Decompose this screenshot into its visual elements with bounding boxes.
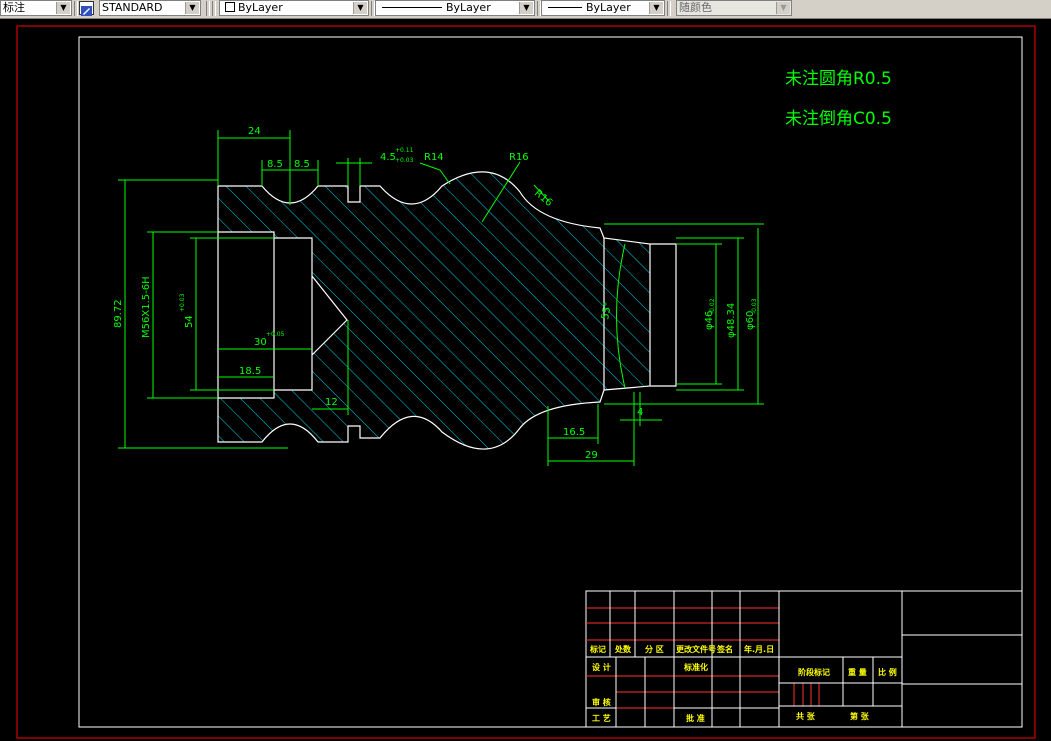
tb-weight: 重 量 (848, 667, 867, 677)
dim-30-tol: +0.05 (266, 331, 285, 338)
tb-design: 设 计 (592, 662, 611, 672)
dim-24: 24 (248, 126, 261, 137)
dim-30: 30 (254, 337, 267, 348)
dim-r16-small: R16 (532, 188, 554, 209)
dim-4-5-tol-lower: +0.03 (395, 157, 414, 164)
note-fillet: 未注圆角R0.5 (785, 69, 892, 89)
dim-4-5: 4.5 (380, 152, 396, 163)
dim-r14: R14 (424, 152, 444, 163)
dim-4-5-tol-upper: +0.11 (395, 147, 414, 154)
dim-12: 12 (325, 397, 338, 408)
dim-89-72: 89.72 (113, 299, 124, 328)
title-block: 标记 处数 分 区 更改文件号 签名 年.月.日 设 计 标准化 审 核 工 艺… (585, 590, 1023, 728)
tb-change-doc: 更改文件号 (676, 644, 716, 654)
tb-signature: 签名 (716, 644, 733, 654)
tb-sheet-no: 第 张 (850, 711, 870, 721)
dim-phi46-tol: -0.02 (709, 298, 716, 314)
tb-approve: 批 准 (686, 713, 705, 723)
drawing-canvas[interactable]: 未注圆角R0.5 未注倒角C0.5 24 8.5 8.5 4.5 +0.11 +… (0, 0, 1051, 741)
part-section-hatch (218, 171, 650, 450)
dim-18-5: 18.5 (239, 366, 261, 377)
tb-count: 处数 (614, 644, 632, 654)
tb-date: 年.月.日 (744, 644, 774, 654)
tb-review: 审 核 (592, 697, 611, 707)
dim-29: 29 (585, 450, 598, 461)
dim-thread: M56X1.5-6H (141, 276, 152, 338)
dim-16-5: 16.5 (563, 427, 585, 438)
dim-phi60-tol: -0.03 (751, 298, 758, 314)
tb-stage-mark: 阶段标记 (798, 667, 830, 677)
dim-54: 54 (184, 315, 195, 328)
tb-marker: 标记 (589, 644, 606, 654)
dim-8-5-left: 8.5 (267, 159, 283, 170)
dim-8-5-right: 8.5 (294, 159, 310, 170)
tb-total-sheets: 共 张 (796, 711, 816, 721)
tb-process: 工 艺 (592, 713, 611, 723)
dim-r16: R16 (509, 152, 529, 163)
tb-zone: 分 区 (645, 644, 664, 654)
dim-54-tol: +0.03 (179, 293, 186, 312)
note-chamfer: 未注倒角C0.5 (785, 109, 892, 129)
dim-phi48-34: φ48.34 (726, 303, 737, 338)
dim-4: 4 (637, 407, 643, 418)
tb-scale: 比 例 (878, 667, 897, 677)
tb-standardize: 标准化 (683, 662, 708, 672)
